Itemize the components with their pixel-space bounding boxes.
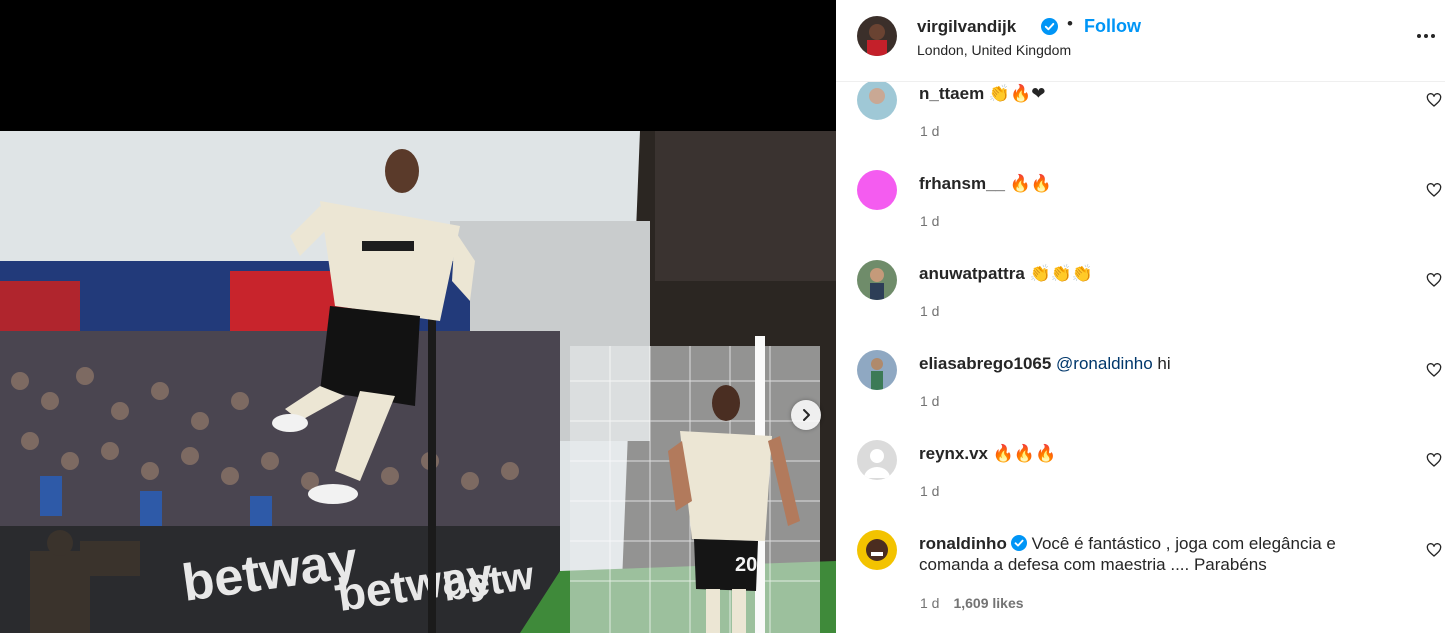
verified-badge-icon (1010, 535, 1027, 551)
comment-avatar[interactable] (857, 82, 897, 120)
comment-item: n_ttaem 👏🔥❤ 1 d (836, 82, 1445, 165)
comment-age: 1 d (920, 483, 940, 499)
next-media-button[interactable] (791, 400, 821, 430)
post-header: virgilvandijk • Follow London, United Ki… (836, 0, 1445, 82)
comment-username[interactable]: eliasabrego1065 (919, 354, 1051, 373)
comment-avatar[interactable] (857, 350, 897, 390)
comment-avatar[interactable] (857, 440, 897, 480)
comment-age: 1 d (920, 393, 940, 409)
comment-avatar[interactable] (857, 530, 897, 570)
author-avatar[interactable] (857, 16, 897, 56)
heart-icon[interactable] (1426, 362, 1442, 378)
follow-button[interactable]: Follow (1084, 16, 1141, 37)
post-media: betway betway betw 20 (0, 0, 836, 633)
comment-item: reynx.vx 🔥🔥🔥 1 d (836, 435, 1445, 525)
author-username[interactable]: virgilvandijk (917, 17, 1016, 37)
comment-item: ronaldinho Você é fantástico , joga com … (836, 525, 1445, 633)
comment-age: 1 d (920, 595, 940, 611)
post-side-panel: virgilvandijk • Follow London, United Ki… (836, 0, 1445, 633)
verified-badge-icon (1041, 18, 1058, 35)
comment-text: 👏👏👏 (1029, 264, 1094, 284)
heart-icon[interactable] (1426, 92, 1442, 108)
comment-likes[interactable]: 1,609 likes (953, 595, 1023, 611)
heart-icon[interactable] (1426, 272, 1442, 288)
comment-age: 1 d (920, 123, 940, 139)
comment-username[interactable]: frhansm__ (919, 174, 1005, 193)
comment-text: hi (1152, 354, 1171, 373)
comment-avatar[interactable] (857, 260, 897, 300)
comment-username[interactable]: reynx.vx (919, 444, 988, 463)
comment-username[interactable]: ronaldinho (919, 534, 1007, 553)
comment-text: 🔥🔥🔥 (992, 444, 1057, 464)
comment-age: 1 d (920, 303, 940, 319)
chevron-right-icon (803, 409, 810, 421)
comment-username[interactable]: anuwatpattra (919, 264, 1025, 283)
comment-item: eliasabrego1065 @ronaldinho hi 1 d (836, 345, 1445, 435)
comments-list: n_ttaem 👏🔥❤ 1 d frhansm__ 🔥🔥 1 d anuwatp… (836, 82, 1445, 633)
post-photo[interactable]: betway betway betw 20 (0, 131, 836, 633)
comment-username[interactable]: n_ttaem (919, 84, 984, 103)
comment-text: 👏🔥❤ (988, 84, 1046, 104)
comment-item: anuwatpattra 👏👏👏 1 d (836, 255, 1445, 345)
heart-icon[interactable] (1426, 452, 1442, 468)
post-location[interactable]: London, United Kingdom (917, 42, 1071, 58)
comment-item: frhansm__ 🔥🔥 1 d (836, 165, 1445, 255)
heart-icon[interactable] (1426, 542, 1442, 558)
comment-mention[interactable]: @ronaldinho (1056, 354, 1153, 373)
header-separator: • (1067, 14, 1073, 33)
jersey-number: 20 (735, 554, 757, 576)
heart-icon[interactable] (1426, 182, 1442, 198)
comment-avatar[interactable] (857, 170, 897, 210)
more-options-icon[interactable] (1414, 24, 1438, 48)
comment-age: 1 d (920, 213, 940, 229)
comment-text: 🔥🔥 (1009, 174, 1053, 194)
